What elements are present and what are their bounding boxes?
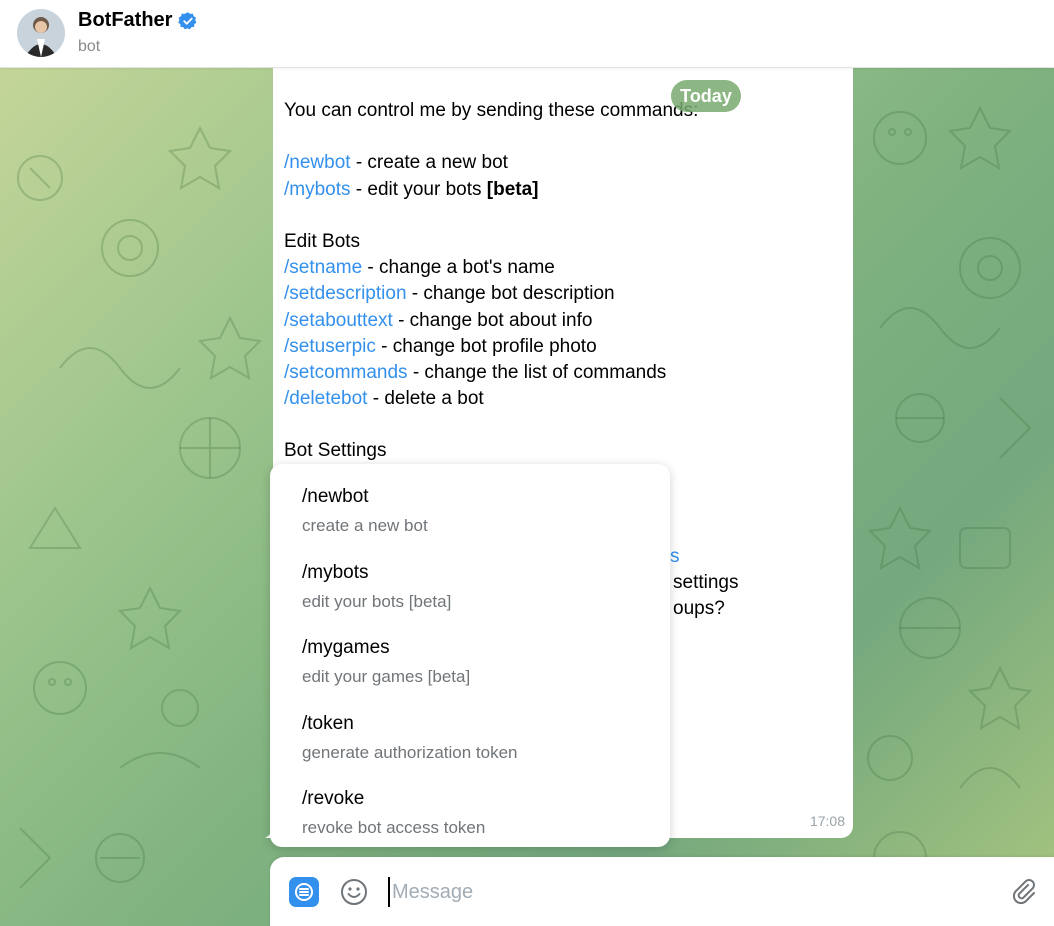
verified-badge-icon <box>178 11 197 29</box>
command-suggestion[interactable]: /mygames edit your games [beta] <box>270 615 670 691</box>
bot-settings-heading: Bot Settings <box>284 440 387 462</box>
peek-text: oups? <box>673 598 725 619</box>
command-link-setname[interactable]: /setname <box>284 257 362 278</box>
suggestion-description: generate authorization token <box>302 743 518 762</box>
message-intro: You can control me by sending these comm… <box>284 100 699 121</box>
paperclip-icon[interactable] <box>1008 877 1038 907</box>
message-time: 17:08 <box>809 812 845 829</box>
suggestion-description: revoke bot access token <box>302 818 486 837</box>
command-suggestion[interactable]: /token generate authorization token <box>270 691 670 767</box>
avatar[interactable] <box>17 9 65 57</box>
command-suggestion[interactable]: /newbot create a new bot <box>270 464 670 540</box>
emoji-icon[interactable] <box>340 878 368 906</box>
chat-status: bot <box>78 38 101 55</box>
command-desc: - change bot profile photo <box>375 335 597 357</box>
suggestion-description: edit your bots [beta] <box>302 592 452 611</box>
command-suggestion[interactable]: /revoke revoke bot access token <box>270 766 670 842</box>
command-link-setabouttext[interactable]: /setabouttext <box>284 310 393 331</box>
edit-bots-heading: Edit Bots <box>284 230 361 252</box>
suggestion-command: /mybots <box>302 562 369 583</box>
message-input[interactable] <box>388 877 988 907</box>
message-text: You can control me by sending these comm… <box>284 98 698 465</box>
command-desc: - change the list of commands <box>407 361 667 383</box>
suggestion-command: /token <box>302 713 354 734</box>
command-desc: - delete a bot <box>367 388 484 410</box>
command-link-setdescription[interactable]: /setdescription <box>284 283 407 304</box>
command-link-deletebot[interactable]: /deletebot <box>284 388 367 409</box>
command-link-mybots[interactable]: /mybots <box>284 179 351 200</box>
command-desc: - edit your bots <box>350 178 487 200</box>
suggestion-command: /newbot <box>302 486 369 507</box>
command-suggestion[interactable]: /mybots edit your bots [beta] <box>270 540 670 616</box>
chat-title: BotFather <box>78 9 198 32</box>
chat-header[interactable]: BotFather bot <box>0 0 1054 68</box>
suggestion-description: create a new bot <box>302 516 428 535</box>
bot-menu-button[interactable] <box>289 877 319 907</box>
suggestion-command: /mygames <box>302 637 390 658</box>
command-link-setcommands[interactable]: /setcommands <box>284 362 408 383</box>
suggestion-description: edit your games [beta] <box>302 667 471 686</box>
command-desc: - change bot description <box>406 283 615 305</box>
beta-tag: [beta] <box>486 178 539 200</box>
command-suggestions-popup: /newbot create a new bot /mybots edit yo… <box>270 464 670 847</box>
command-desc: - change a bot's name <box>362 257 555 279</box>
bot-menu-icon <box>295 883 313 901</box>
date-chip: Today <box>671 80 741 112</box>
suggestion-command: /revoke <box>302 788 365 809</box>
command-link-newbot[interactable]: /newbot <box>284 152 351 173</box>
command-desc: - change bot about info <box>392 309 593 331</box>
message-composer <box>270 857 1054 926</box>
peek-text: settings <box>673 572 739 593</box>
peek-text: s <box>670 546 680 567</box>
command-link-setuserpic[interactable]: /setuserpic <box>284 336 376 357</box>
command-desc: - create a new bot <box>350 152 508 174</box>
chat-title-text: BotFather <box>78 9 173 31</box>
